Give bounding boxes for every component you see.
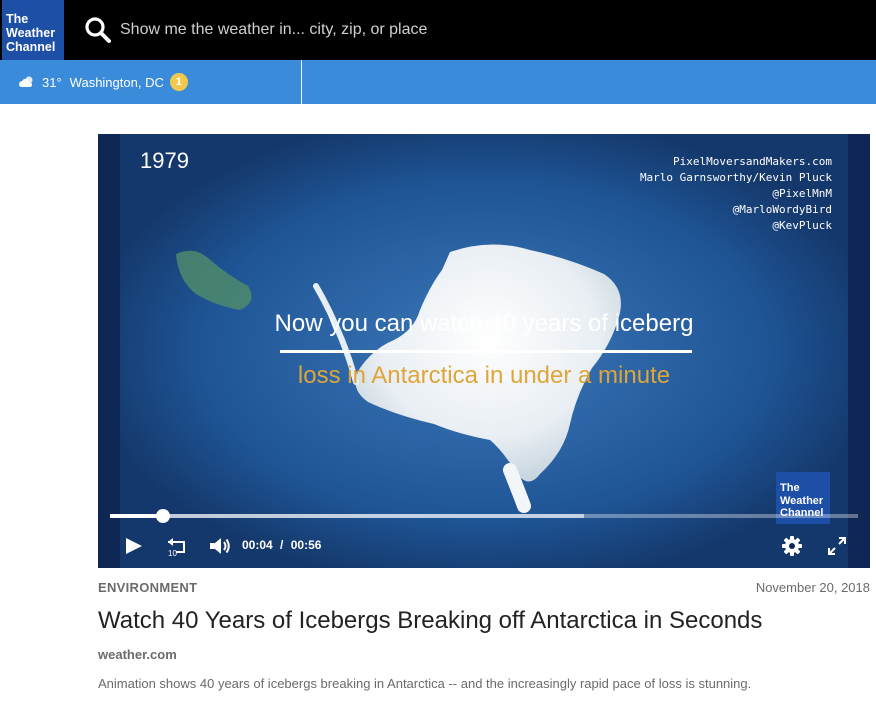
credit-line: @KevPluck <box>772 219 832 232</box>
watermark-line: Weather <box>780 494 824 507</box>
play-icon[interactable] <box>122 534 144 558</box>
rewind-10-icon[interactable]: 10 <box>164 534 188 558</box>
time-display: 00:04 / 00:56 <box>242 538 321 552</box>
settings-gear-icon[interactable] <box>780 534 804 558</box>
video-headline-line-1: Now you can watch 40 years of iceberg <box>274 310 694 337</box>
headline-divider <box>280 350 692 353</box>
video-headline-line-2: loss in Antarctica in under a minute <box>297 362 671 389</box>
credit-line: @MarloWordyBird <box>732 203 832 216</box>
time-separator: / <box>280 538 284 552</box>
temperature: 31° <box>42 74 62 90</box>
volume-icon[interactable] <box>208 534 232 558</box>
alert-badge[interactable]: 1 <box>169 73 188 91</box>
buffered-bar <box>110 514 584 518</box>
current-time: 00:04 <box>242 538 273 552</box>
credit-line: Marlo Garnsworthy/Kevin Pluck <box>639 171 832 184</box>
location-name: Washington, DC <box>69 74 164 90</box>
logo-line-3: Channel <box>6 40 56 54</box>
credit-line: @PixelMnM <box>772 187 832 200</box>
location-bar: 31° Washington, DC 1 <box>0 60 876 104</box>
article-source[interactable]: weather.com <box>98 647 177 662</box>
video-player[interactable]: 1979 PixelMoversandMakers.com Marlo Garn… <box>98 134 870 568</box>
weather-channel-logo[interactable]: The Weather Channel <box>2 0 64 60</box>
article-date: November 20, 2018 <box>755 580 870 595</box>
video-credits: PixelMoversandMakers.com Marlo Garnswort… <box>640 154 832 234</box>
partly-cloudy-icon <box>19 76 33 87</box>
search-input[interactable] <box>120 16 540 44</box>
current-location-weather[interactable]: 31° Washington, DC 1 <box>0 60 302 104</box>
credit-line: PixelMoversandMakers.com <box>673 155 832 168</box>
article-description: Animation shows 40 years of icebergs bre… <box>98 676 752 691</box>
logo-line-2: Weather <box>6 26 56 40</box>
article-category[interactable]: ENVIRONMENT <box>98 580 197 595</box>
logo-line-1: The <box>6 12 29 26</box>
duration: 00:56 <box>290 538 322 552</box>
watermark-line: The <box>780 482 800 494</box>
top-bar: The Weather Channel <box>0 0 876 60</box>
year-overlay: 1979 <box>140 148 189 173</box>
search-icon[interactable] <box>84 16 112 44</box>
svg-text:10: 10 <box>168 549 177 558</box>
fullscreen-icon[interactable] <box>826 534 848 558</box>
article-title[interactable]: Watch 40 Years of Icebergs Breaking off … <box>98 607 762 635</box>
scrubber-handle[interactable] <box>156 509 170 523</box>
